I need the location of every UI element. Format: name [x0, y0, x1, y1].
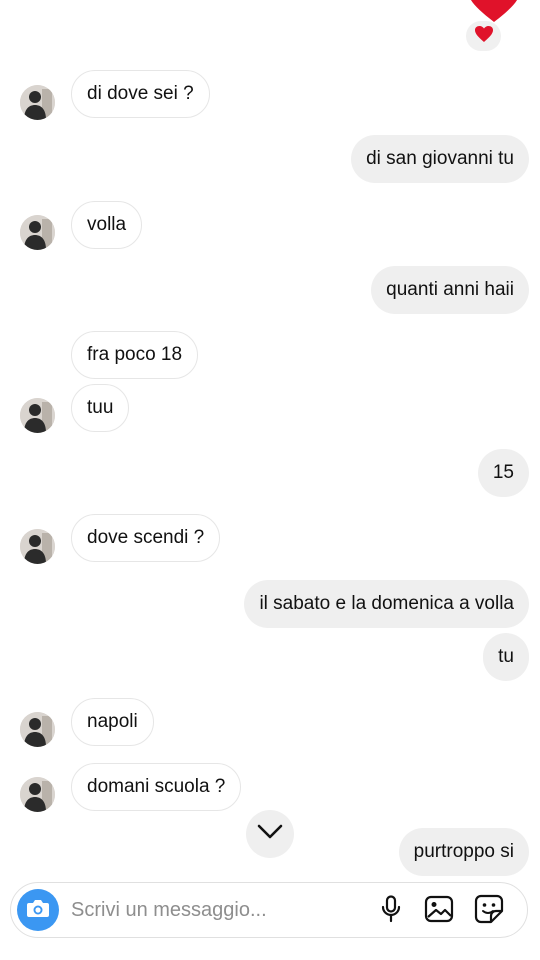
message-composer [10, 882, 528, 938]
avatar[interactable] [20, 529, 55, 564]
avatar[interactable] [20, 712, 55, 747]
avatar[interactable] [20, 215, 55, 250]
message-incoming[interactable]: tuu [71, 384, 130, 432]
sticker-button[interactable] [474, 894, 504, 929]
gallery-icon [424, 895, 454, 928]
avatar[interactable] [20, 398, 55, 433]
message-incoming[interactable]: domani scuola ? [71, 763, 242, 811]
message-outgoing[interactable]: tu [483, 633, 529, 681]
message-outgoing[interactable]: quanti anni haii [371, 266, 529, 314]
scroll-to-bottom-button[interactable] [246, 810, 294, 858]
camera-button[interactable] [17, 889, 59, 931]
avatar[interactable] [20, 777, 55, 812]
message-outgoing[interactable]: di san giovanni tu [351, 135, 529, 183]
message-outgoing[interactable]: 15 [477, 449, 529, 497]
message-outgoing[interactable]: purtroppo si [398, 828, 529, 876]
avatar[interactable] [20, 85, 55, 120]
message-incoming[interactable]: dove scendi ? [71, 514, 221, 562]
heart-reaction[interactable] [466, 21, 501, 51]
heart-reaction-icon [474, 25, 494, 48]
microphone-button[interactable] [376, 894, 406, 928]
gallery-button[interactable] [424, 895, 454, 928]
camera-icon [26, 898, 50, 923]
message-input[interactable] [71, 883, 371, 937]
message-incoming[interactable]: di dove sei ? [71, 70, 210, 118]
microphone-icon [380, 894, 402, 928]
message-incoming[interactable]: napoli [71, 698, 154, 746]
message-incoming[interactable]: volla [71, 201, 143, 249]
message-incoming[interactable]: fra poco 18 [71, 331, 199, 379]
chevron-down-icon [257, 824, 283, 845]
message-outgoing[interactable]: il sabato e la domenica a volla [244, 580, 529, 628]
sticker-icon [474, 894, 504, 929]
